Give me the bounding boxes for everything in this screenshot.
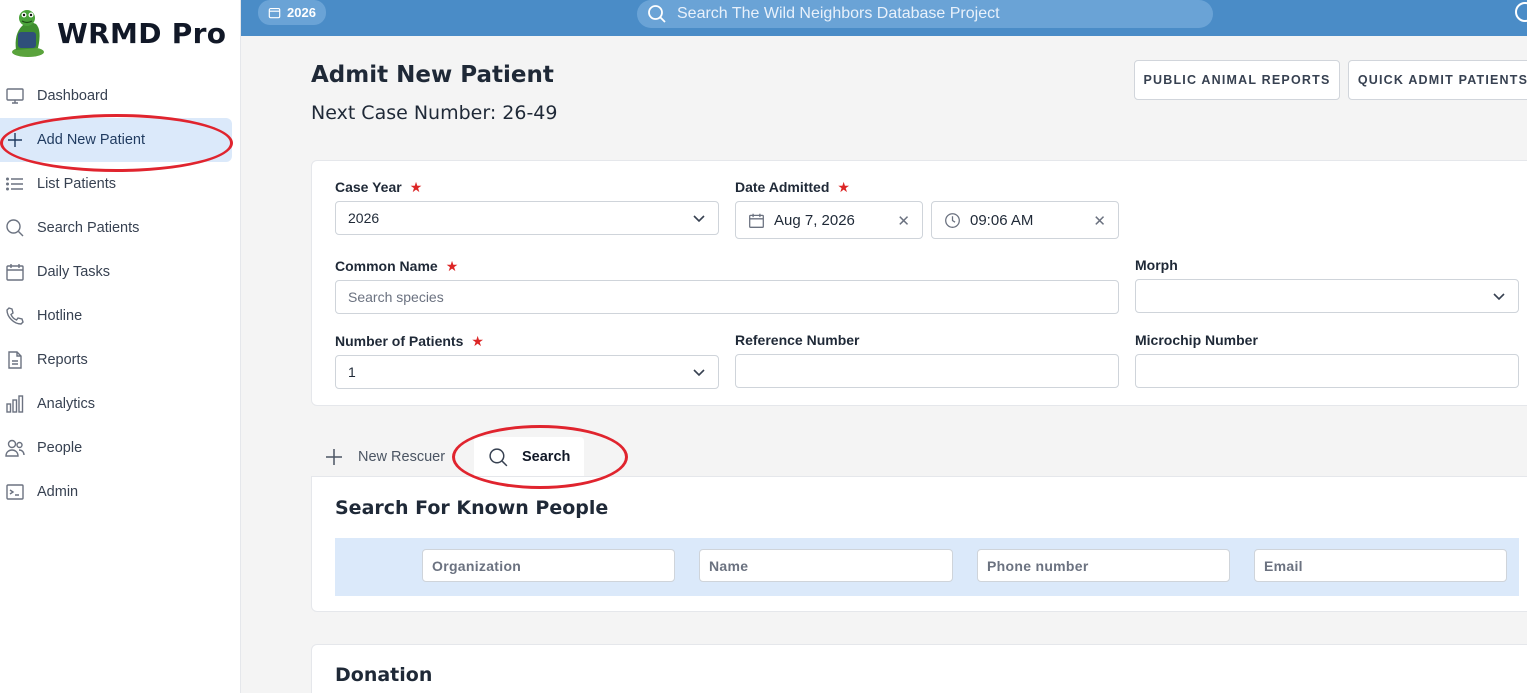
list-icon xyxy=(4,173,26,195)
sidebar-item-label: Hotline xyxy=(37,308,83,324)
chevron-down-icon xyxy=(693,215,705,223)
clock-icon xyxy=(944,212,961,229)
sidebar-item-label: Daily Tasks xyxy=(37,264,111,280)
email-field[interactable]: Email xyxy=(1254,549,1507,582)
time-admitted-input[interactable]: 09:06 AM ✕ xyxy=(931,201,1119,239)
document-icon xyxy=(4,349,26,371)
people-icon xyxy=(4,437,26,459)
organization-placeholder: Organization xyxy=(432,557,522,574)
microchip-number-input[interactable] xyxy=(1135,354,1519,388)
sidebar-item-search-patients[interactable]: Search Patients xyxy=(0,206,241,250)
reference-number-label: Reference Number xyxy=(735,332,860,348)
frog-mascot-icon xyxy=(12,10,44,57)
sidebar-item-analytics[interactable]: Analytics xyxy=(0,382,241,426)
case-year-pill-label: 2026 xyxy=(287,5,316,20)
sidebar-item-label: Reports xyxy=(37,352,88,368)
phone-icon xyxy=(4,305,26,327)
chevron-down-icon xyxy=(1493,293,1505,301)
microchip-number-label: Microchip Number xyxy=(1135,332,1258,348)
name-field[interactable]: Name xyxy=(699,549,953,582)
morph-select[interactable] xyxy=(1135,279,1519,313)
phone-number-placeholder: Phone number xyxy=(987,557,1089,574)
case-year-pill[interactable]: 2026 xyxy=(258,0,326,25)
phone-number-field[interactable]: Phone number xyxy=(977,549,1230,582)
time-admitted-value: 09:06 AM xyxy=(970,211,1034,229)
sidebar-item-label: Analytics xyxy=(37,396,96,412)
case-year-value: 2026 xyxy=(348,210,380,226)
top-bar: 2026 Search The Wild Neighbors Database … xyxy=(241,0,1527,36)
common-name-input[interactable]: Search species xyxy=(335,280,1119,314)
reference-number-input[interactable] xyxy=(735,354,1119,388)
date-admitted-label: Date Admitted ★ xyxy=(735,179,850,195)
number-of-patients-select[interactable]: 1 xyxy=(335,355,719,389)
common-name-placeholder: Search species xyxy=(348,289,444,305)
sidebar-item-label: List Patients xyxy=(37,176,116,192)
tab-new-rescuer[interactable]: New Rescuer xyxy=(324,437,445,477)
required-star-icon: ★ xyxy=(471,333,484,349)
public-animal-reports-button[interactable]: PUBLIC ANIMAL REPORTS xyxy=(1134,60,1340,100)
sidebar-item-daily-tasks[interactable]: Daily Tasks xyxy=(0,250,241,294)
page-title: Admit New Patient xyxy=(311,62,554,88)
sidebar: WRMD Pro Dashboard Add New Patient List … xyxy=(0,0,241,693)
sidebar-item-label: Search Patients xyxy=(37,220,140,236)
known-people-title: Search For Known People xyxy=(335,497,609,519)
required-star-icon: ★ xyxy=(445,258,459,274)
clear-time-icon[interactable]: ✕ xyxy=(1093,212,1106,230)
sidebar-item-label: People xyxy=(37,440,83,456)
calendar-icon xyxy=(268,8,281,19)
required-star-icon: ★ xyxy=(837,179,850,195)
search-icon xyxy=(648,5,666,23)
required-star-icon: ★ xyxy=(409,179,423,195)
global-search-input[interactable]: Search The Wild Neighbors Database Proje… xyxy=(637,0,1213,28)
global-search-placeholder: Search The Wild Neighbors Database Proje… xyxy=(677,5,1000,22)
donation-card xyxy=(311,644,1527,693)
annotation-ellipse-search-tab xyxy=(452,425,628,489)
morph-label: Morph xyxy=(1135,257,1178,273)
annotation-ellipse-add-patient xyxy=(0,114,233,172)
tab-new-rescuer-label: New Rescuer xyxy=(358,449,446,465)
name-placeholder: Name xyxy=(709,557,749,574)
donation-title: Donation xyxy=(335,664,433,686)
number-of-patients-value: 1 xyxy=(348,364,356,380)
sidebar-item-reports[interactable]: Reports xyxy=(0,338,241,382)
known-people-search-row: Organization Name Phone number Email xyxy=(335,538,1519,596)
sidebar-item-dashboard[interactable]: Dashboard xyxy=(0,74,241,118)
date-admitted-input[interactable]: Aug 7, 2026 ✕ xyxy=(735,201,923,239)
app-logo[interactable]: WRMD Pro xyxy=(6,8,226,58)
organization-field[interactable]: Organization xyxy=(422,549,675,582)
sidebar-item-hotline[interactable]: Hotline xyxy=(0,294,241,338)
quick-admit-patients-button[interactable]: QUICK ADMIT PATIENTS xyxy=(1348,60,1527,100)
sidebar-item-admin[interactable]: Admin xyxy=(0,470,241,514)
terminal-icon xyxy=(4,481,26,503)
plus-icon xyxy=(326,449,342,465)
date-admitted-value: Aug 7, 2026 xyxy=(774,211,855,229)
calendar-icon xyxy=(748,212,765,229)
sidebar-item-people[interactable]: People xyxy=(0,426,241,470)
case-year-select[interactable]: 2026 xyxy=(335,201,719,235)
monitor-icon xyxy=(4,85,26,107)
sidebar-item-label: Dashboard xyxy=(37,88,108,104)
sidebar-item-label: Admin xyxy=(37,484,79,500)
search-icon xyxy=(4,217,26,239)
calendar-icon xyxy=(4,261,26,283)
bar-chart-icon xyxy=(4,393,26,415)
info-icon[interactable] xyxy=(1515,2,1527,22)
app-name: WRMD Pro xyxy=(57,16,227,50)
next-case-number: Next Case Number: 26-49 xyxy=(311,102,558,124)
chevron-down-icon xyxy=(693,369,705,377)
case-year-label: Case Year ★ xyxy=(335,179,423,195)
email-placeholder: Email xyxy=(1264,557,1303,574)
common-name-label: Common Name ★ xyxy=(335,258,459,274)
number-of-patients-label: Number of Patients ★ xyxy=(335,333,484,349)
clear-date-icon[interactable]: ✕ xyxy=(897,212,910,230)
